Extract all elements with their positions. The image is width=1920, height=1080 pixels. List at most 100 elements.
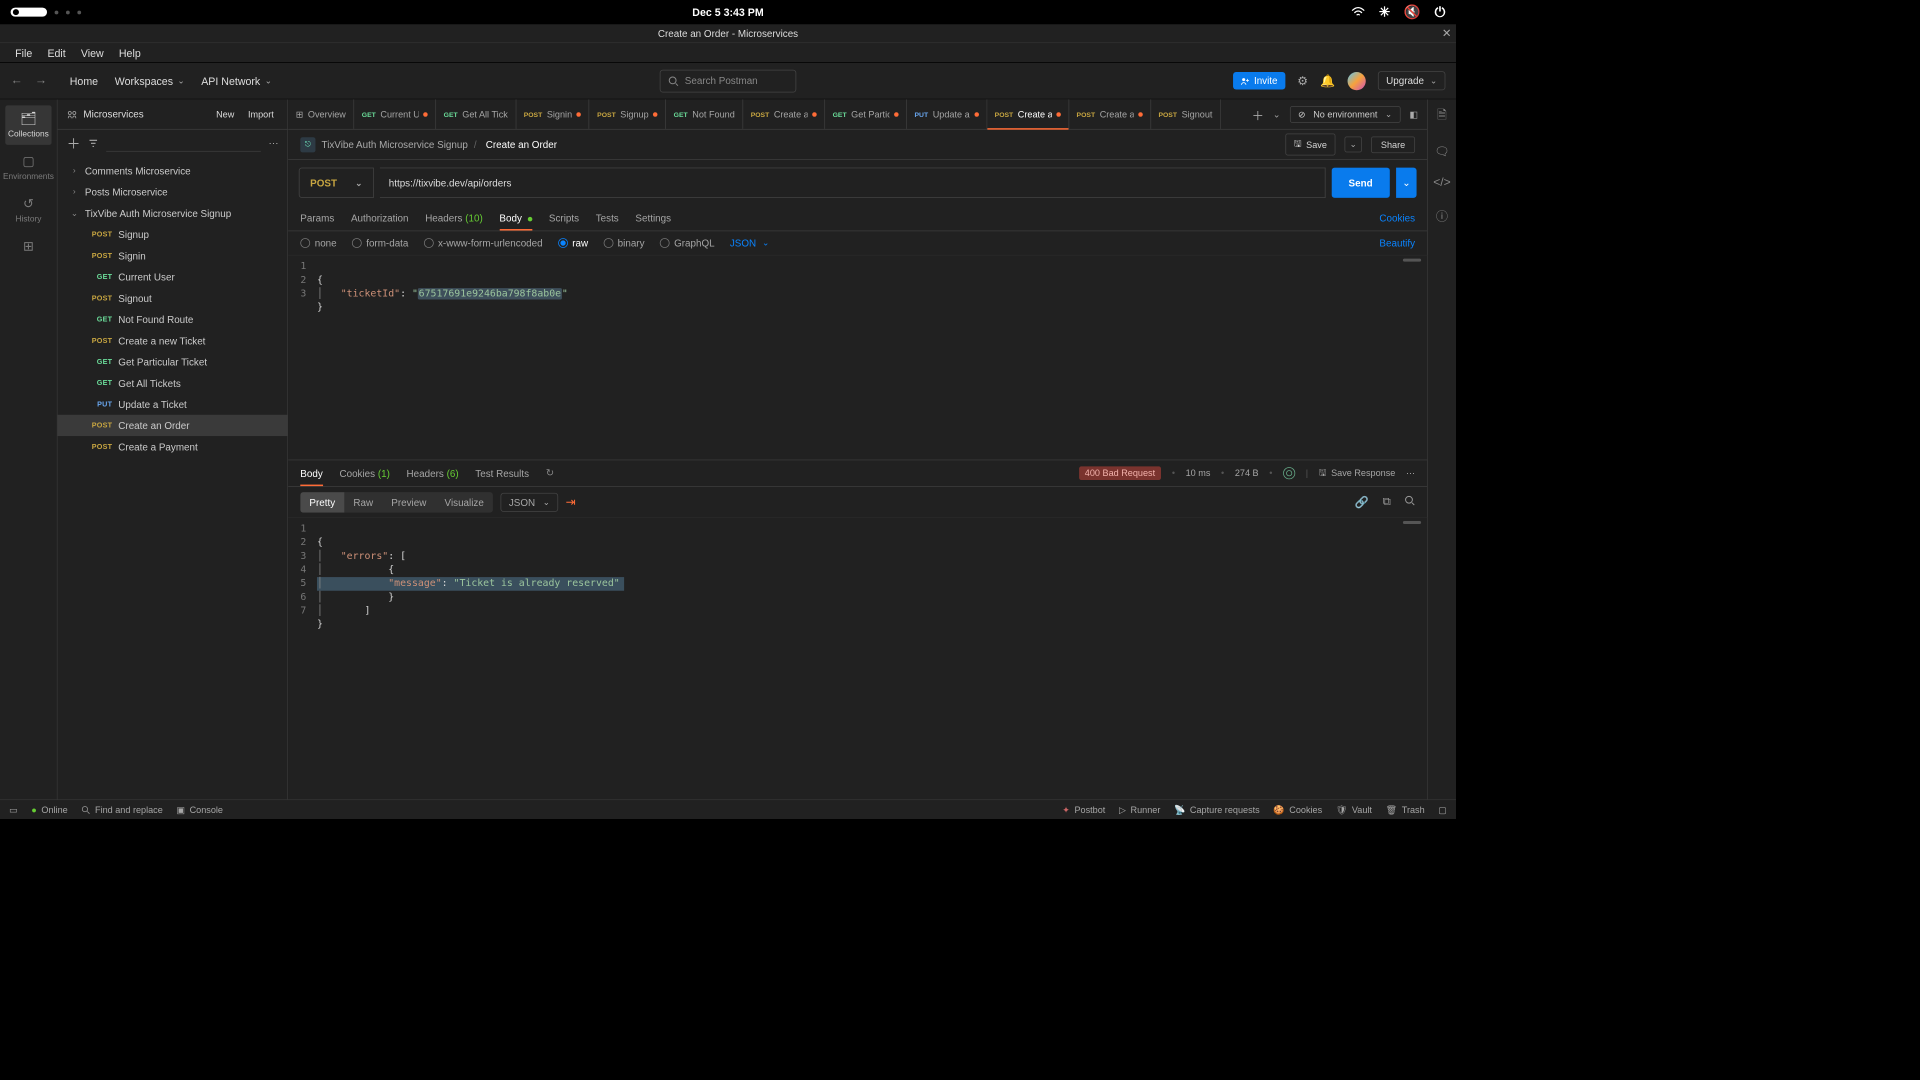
settings-icon[interactable]: ⚙ (1297, 73, 1308, 88)
network-icon[interactable] (1283, 467, 1295, 479)
more-icon[interactable]: ⋯ (1406, 468, 1415, 479)
request-item[interactable]: POSTSignin (58, 245, 288, 266)
request-tab[interactable]: GETGet All Tick (436, 99, 516, 129)
avatar[interactable] (1347, 72, 1365, 90)
save-response-button[interactable]: 🖫 Save Response (1319, 465, 1396, 481)
request-item[interactable]: PUTUpdate a Ticket (58, 394, 288, 415)
nav-home[interactable]: Home (70, 75, 98, 87)
workspace-title[interactable]: Microservices (67, 108, 144, 119)
search-response-icon[interactable] (1404, 495, 1415, 509)
new-tab-icon[interactable]: ＋ (1252, 105, 1264, 123)
layout-icon[interactable]: ▢ (1438, 804, 1447, 815)
view-pretty[interactable]: Pretty (300, 492, 344, 512)
tab-body[interactable]: Body (499, 212, 532, 223)
request-tab[interactable]: PUTUpdate a (907, 99, 987, 129)
cookies-button[interactable]: 🍪 Cookies (1273, 804, 1322, 815)
tab-settings[interactable]: Settings (635, 212, 671, 223)
request-tab[interactable]: POSTSignup (590, 99, 667, 129)
body-none[interactable]: none (300, 237, 336, 248)
view-preview[interactable]: Preview (382, 492, 435, 512)
request-tab[interactable]: POSTSignin (516, 99, 589, 129)
request-tab[interactable]: POSTSignout (1151, 99, 1221, 129)
sidebar-search[interactable] (106, 135, 261, 152)
request-tab[interactable]: POSTCreate a (743, 99, 825, 129)
request-title[interactable]: Create an Order (486, 139, 557, 150)
import-button[interactable]: Import (243, 107, 278, 121)
left-nav-more[interactable]: ⊞ (20, 231, 37, 264)
tab-params[interactable]: Params (300, 212, 334, 223)
filter-icon[interactable] (88, 138, 99, 149)
body-xwww[interactable]: x-www-form-urlencoded (424, 237, 543, 248)
body-graphql[interactable]: GraphQL (660, 237, 715, 248)
menu-view[interactable]: View (73, 45, 111, 60)
collapse-editor-icon[interactable] (1403, 259, 1421, 262)
request-tab[interactable]: GETCurrent Us (354, 99, 436, 129)
response-lang-select[interactable]: JSON ⌄ (501, 493, 559, 512)
menu-help[interactable]: Help (111, 45, 148, 60)
panel-toggle-icon[interactable]: ▭ (9, 804, 18, 815)
request-item[interactable]: POSTCreate an Order (58, 415, 288, 436)
env-quicklook-icon[interactable]: ◧ (1409, 109, 1418, 120)
collection-folder[interactable]: ⌄TixVibe Auth Microservice Signup (58, 202, 288, 223)
find-replace[interactable]: Find and replace (81, 804, 162, 815)
send-dropdown[interactable]: ⌄ (1396, 168, 1416, 198)
link-icon[interactable]: 🔗 (1355, 495, 1369, 509)
share-button[interactable]: Share (1371, 136, 1415, 153)
nav-workspaces[interactable]: Workspaces ⌄ (115, 75, 185, 87)
resp-tab-body[interactable]: Body (300, 468, 322, 479)
request-tab[interactable]: ⊞Overview (288, 99, 354, 129)
cookies-link[interactable]: Cookies (1379, 212, 1415, 223)
resp-tab-headers[interactable]: Headers (6) (407, 468, 459, 479)
left-nav-collections[interactable]: 🗂 Collections (5, 105, 52, 144)
environment-select[interactable]: ⊘No environment⌄ (1290, 106, 1401, 123)
vault-button[interactable]: 🛡 Vault (1336, 804, 1372, 815)
body-binary[interactable]: binary (603, 237, 644, 248)
collection-folder[interactable]: ›Comments Microservice (58, 160, 288, 181)
capture-button[interactable]: 📡 Capture requests (1174, 804, 1260, 815)
tab-scripts[interactable]: Scripts (549, 212, 579, 223)
request-item[interactable]: GETCurrent User (58, 266, 288, 287)
request-tab[interactable]: POSTCreate a (1069, 99, 1151, 129)
menu-edit[interactable]: Edit (40, 45, 73, 60)
nav-api-network[interactable]: API Network ⌄ (201, 75, 272, 87)
request-tab[interactable]: POSTCreate an (987, 99, 1069, 129)
request-tab[interactable]: GETNot Found (666, 99, 743, 129)
resp-tab-test-results[interactable]: Test Results (475, 468, 529, 479)
postbot-button[interactable]: ✦ Postbot (1062, 804, 1105, 815)
copy-icon[interactable]: ⧉ (1383, 495, 1391, 509)
nav-back-icon[interactable]: ← (11, 74, 23, 88)
wrap-lines-icon[interactable]: ⇥ (566, 494, 576, 509)
url-input[interactable]: https://tixvibe.dev/api/orders (380, 168, 1326, 198)
trash-button[interactable]: 🗑 Trash (1386, 804, 1425, 815)
new-button[interactable]: New (212, 107, 239, 121)
resp-tab-cookies[interactable]: Cookies (1) (339, 468, 389, 479)
breadcrumb-workspace[interactable]: TixVibe Auth Microservice Signup (322, 139, 468, 150)
resp-history-icon[interactable]: ↻ (546, 467, 554, 479)
add-icon[interactable]: ＋ (67, 133, 81, 153)
request-item[interactable]: POSTSignout (58, 287, 288, 308)
docs-icon[interactable]: 🗎 (1437, 107, 1447, 127)
code-icon[interactable]: </> (1433, 176, 1451, 190)
tab-headers[interactable]: Headers (10) (425, 212, 483, 223)
request-tab[interactable]: GETGet Partic (825, 99, 907, 129)
collection-folder[interactable]: ›Posts Microservice (58, 181, 288, 202)
request-item[interactable]: GETGet Particular Ticket (58, 351, 288, 372)
bell-icon[interactable]: 🔔 (1320, 73, 1335, 88)
upgrade-button[interactable]: Upgrade ⌄ (1378, 71, 1446, 90)
console-toggle[interactable]: ▣ Console (176, 804, 223, 815)
beautify-button[interactable]: Beautify (1379, 237, 1415, 248)
tab-tests[interactable]: Tests (596, 212, 619, 223)
request-item[interactable]: GETGet All Tickets (58, 372, 288, 393)
invite-button[interactable]: Invite (1233, 72, 1285, 89)
runner-button[interactable]: ▷ Runner (1119, 804, 1160, 815)
body-editor[interactable]: 123 { │ "ticketId": "67517691e9246ba798f… (288, 255, 1427, 460)
view-visualize[interactable]: Visualize (435, 492, 492, 512)
status-online[interactable]: ● Online (31, 804, 67, 815)
method-select[interactable]: POST ⌄ (299, 168, 374, 198)
body-formdata[interactable]: form-data (352, 237, 409, 248)
request-item[interactable]: POSTCreate a new Ticket (58, 330, 288, 351)
body-lang-select[interactable]: JSON ⌄ (730, 237, 769, 248)
request-item[interactable]: GETNot Found Route (58, 309, 288, 330)
menu-file[interactable]: File (8, 45, 40, 60)
left-nav-environments[interactable]: ▢ Environments (0, 146, 57, 188)
